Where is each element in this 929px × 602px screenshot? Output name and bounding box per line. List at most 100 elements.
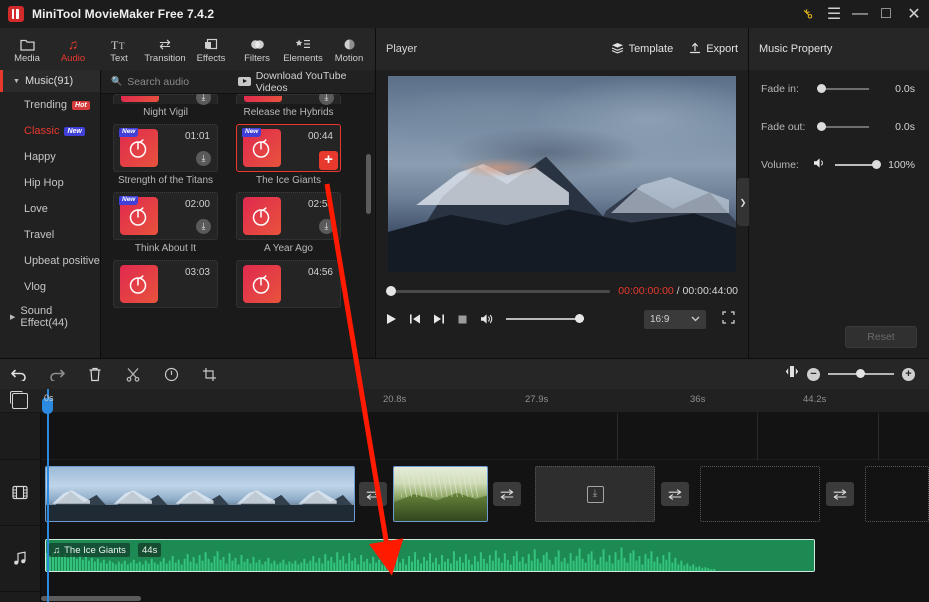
- zoom-out-button[interactable]: −: [807, 367, 820, 381]
- download-icon[interactable]: ⤓: [196, 151, 211, 166]
- sidebar-group-sound-effect[interactable]: ▶ Sound Effect(44): [0, 304, 100, 330]
- sidebar-item-travel[interactable]: Travel: [0, 222, 100, 248]
- crop-button[interactable]: [190, 359, 228, 390]
- audio-clip[interactable]: ♫ The Ice Giants 44s: [45, 539, 815, 572]
- list-item[interactable]: 04:56: [236, 260, 341, 308]
- video-track-header[interactable]: [0, 460, 40, 526]
- next-frame-button[interactable]: [433, 313, 445, 325]
- track-card[interactable]: 03:03: [113, 260, 218, 308]
- text-track-header[interactable]: [0, 413, 40, 460]
- sidebar-group-music[interactable]: ▼ Music(91): [0, 70, 100, 92]
- mute-button[interactable]: [480, 313, 494, 325]
- maximize-icon[interactable]: □: [873, 0, 899, 28]
- transition-slot-button[interactable]: [826, 482, 854, 506]
- minimize-icon[interactable]: —: [847, 0, 873, 28]
- sidebar-item-classic[interactable]: Classic New: [0, 118, 100, 144]
- sidebar-item-hiphop[interactable]: Hip Hop: [0, 170, 100, 196]
- volume-knob[interactable]: [575, 314, 584, 323]
- aspect-ratio-select[interactable]: 16:9: [644, 309, 706, 329]
- sidebar-item-upbeat-positive[interactable]: Upbeat positive: [0, 248, 100, 274]
- fade-out-knob[interactable]: [817, 122, 826, 131]
- list-item-selected[interactable]: New 00:44 + The Ice Giants: [236, 124, 341, 188]
- empty-clip-slot[interactable]: ⤓: [535, 466, 655, 522]
- fade-in-knob[interactable]: [817, 84, 826, 93]
- tab-text[interactable]: TT Text: [96, 28, 142, 70]
- sidebar-item-love[interactable]: Love: [0, 196, 100, 222]
- activate-key-icon[interactable]: ⚷: [795, 0, 821, 28]
- delete-button[interactable]: [76, 359, 114, 390]
- timeline-ruler[interactable]: 20.8s 27.9s 36s 44.2s: [0, 389, 929, 413]
- sidebar-item-happy[interactable]: Happy: [0, 144, 100, 170]
- fullscreen-button[interactable]: [718, 311, 738, 327]
- list-item[interactable]: ⤓ Release the Hybrids: [236, 94, 341, 120]
- volume-slider[interactable]: [506, 314, 584, 323]
- add-media-button[interactable]: [10, 391, 28, 409]
- track-card[interactable]: New 01:01 ⤓: [113, 124, 218, 172]
- search-input[interactable]: 🔍 Search audio: [101, 76, 238, 88]
- speed-button[interactable]: [152, 359, 190, 390]
- menu-icon[interactable]: ☰: [821, 0, 847, 28]
- sidebar-item-vlog[interactable]: Vlog: [0, 274, 100, 300]
- transition-slot-button[interactable]: [359, 482, 387, 506]
- split-button[interactable]: [114, 359, 152, 390]
- fade-out-slider[interactable]: [817, 122, 869, 131]
- timeline-zoom-slider[interactable]: [828, 369, 894, 378]
- track-card[interactable]: New 00:44 +: [236, 124, 341, 172]
- empty-clip-slot[interactable]: [865, 466, 929, 522]
- track-card[interactable]: 02:54 ⤓: [236, 192, 341, 240]
- tab-media[interactable]: Media: [4, 28, 50, 70]
- list-item[interactable]: 03:03: [113, 260, 218, 308]
- stop-button[interactable]: [457, 314, 468, 325]
- list-item[interactable]: New 01:01 ⤓ Strength of the Titans: [113, 124, 218, 188]
- audio-track-header[interactable]: [0, 526, 40, 592]
- redo-button[interactable]: [38, 359, 76, 390]
- audio-lane[interactable]: ♫ The Ice Giants 44s: [41, 526, 929, 586]
- volume-property-knob[interactable]: [872, 160, 881, 169]
- zoom-knob[interactable]: [856, 369, 865, 378]
- track-card[interactable]: 04:56: [236, 260, 341, 308]
- undo-button[interactable]: [0, 359, 38, 390]
- volume-property-slider[interactable]: [835, 160, 881, 169]
- template-button[interactable]: Template: [611, 42, 673, 57]
- fit-timeline-icon[interactable]: [785, 365, 799, 383]
- close-icon[interactable]: ✕: [899, 0, 929, 28]
- field-video-clip[interactable]: [393, 466, 488, 522]
- transition-slot-button[interactable]: [493, 482, 521, 506]
- download-icon[interactable]: ⤓: [319, 219, 334, 234]
- tab-motion[interactable]: Motion: [326, 28, 372, 70]
- tab-filters[interactable]: Filters: [234, 28, 280, 70]
- download-icon[interactable]: ⤓: [196, 94, 211, 105]
- mountain-video-clip[interactable]: [45, 466, 355, 522]
- progress-knob[interactable]: [386, 286, 396, 296]
- add-to-timeline-button[interactable]: +: [319, 151, 338, 170]
- zoom-in-button[interactable]: +: [902, 367, 915, 381]
- text-lane[interactable]: [41, 413, 929, 460]
- timeline-horizontal-scrollbar[interactable]: [41, 596, 141, 601]
- download-icon[interactable]: ⤓: [319, 94, 334, 105]
- list-item[interactable]: New 02:00 ⤓ Think About It: [113, 192, 218, 256]
- play-button[interactable]: [386, 313, 397, 325]
- empty-clip-slot[interactable]: [700, 466, 820, 522]
- tab-audio[interactable]: ♫ Audio: [50, 28, 96, 70]
- tab-effects[interactable]: Effects: [188, 28, 234, 70]
- tab-transition[interactable]: ⇄ Transition: [142, 28, 188, 70]
- playback-progress-slider[interactable]: [386, 286, 611, 296]
- download-icon[interactable]: ⤓: [196, 219, 211, 234]
- video-preview[interactable]: [388, 76, 736, 272]
- transition-slot-button[interactable]: [661, 482, 689, 506]
- reset-button[interactable]: Reset: [845, 326, 917, 348]
- export-button[interactable]: Export: [689, 42, 738, 57]
- speaker-icon[interactable]: [813, 156, 827, 174]
- track-card[interactable]: New 02:00 ⤓: [113, 192, 218, 240]
- list-item[interactable]: 02:54 ⤓ A Year Ago: [236, 192, 341, 256]
- library-scrollbar[interactable]: [366, 154, 371, 214]
- tab-elements[interactable]: Elements: [280, 28, 326, 70]
- sidebar-item-trending[interactable]: Trending Hot: [0, 92, 100, 118]
- video-lane[interactable]: ⤓: [41, 460, 929, 526]
- list-item[interactable]: ⤓ Night Vigil: [113, 94, 218, 120]
- collapse-panel-handle[interactable]: ❯: [737, 178, 749, 226]
- fade-in-slider[interactable]: [817, 84, 869, 93]
- download-youtube-videos-button[interactable]: Download YouTube Videos: [238, 70, 374, 94]
- previous-frame-button[interactable]: [409, 313, 421, 325]
- aspect-ratio-value: 16:9: [650, 313, 670, 325]
